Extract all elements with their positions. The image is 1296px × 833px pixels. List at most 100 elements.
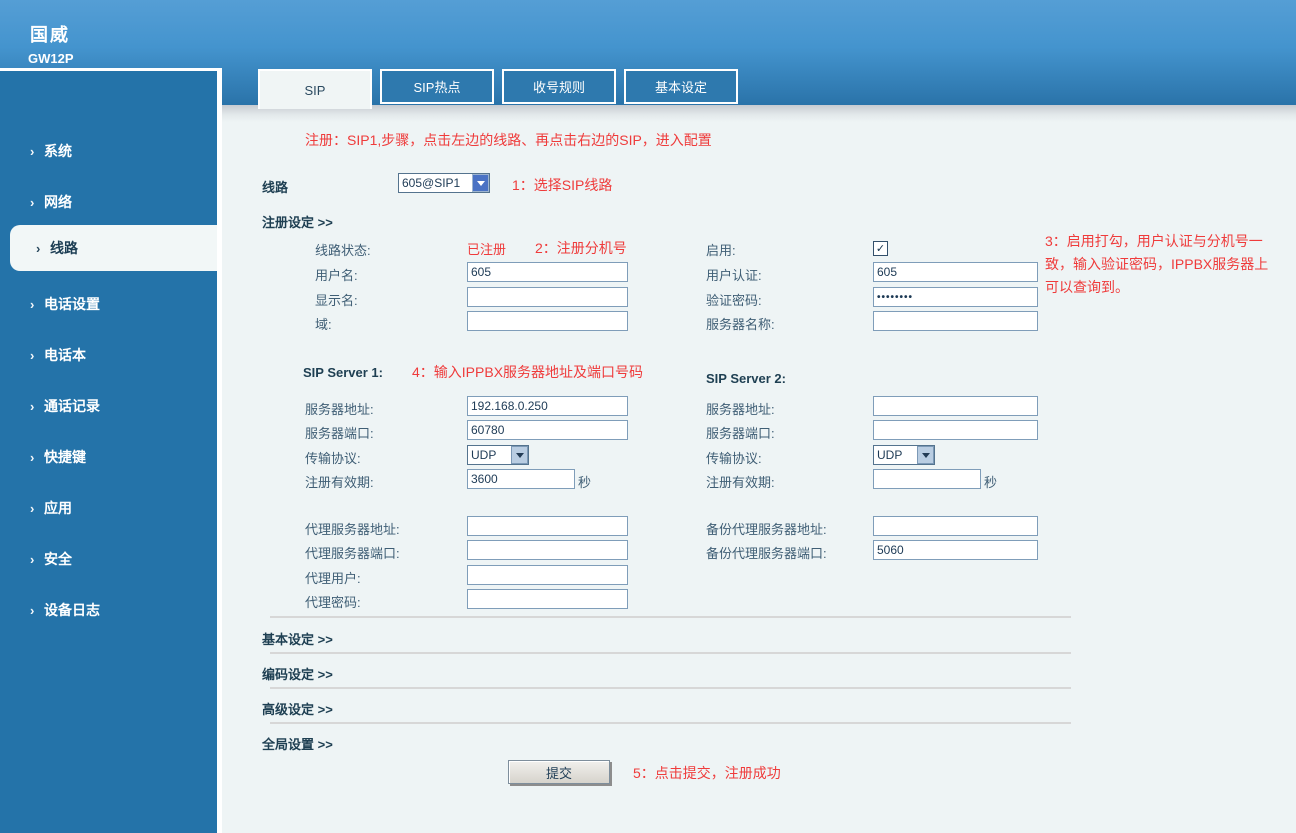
sidebar-item-label: 电话设置 [44,296,100,312]
annotation-step3-line3: 可以查询到。 [1045,279,1129,295]
section-advanced-settings[interactable]: 高级设定 >> [262,699,333,718]
divider [270,616,1071,618]
server2-port-input[interactable] [873,420,1038,440]
server1-port-input[interactable] [467,420,628,440]
server-name-input[interactable] [873,311,1038,331]
sidebar-item-label: 应用 [44,500,72,516]
section-register-settings[interactable]: 注册设定 >> [262,212,333,231]
server2-addr-label: 服务器地址: [706,402,775,417]
line-status-label: 线路状态: [315,243,371,258]
sidebar-white-border [217,68,222,833]
domain-label: 域: [315,317,332,332]
proxy-user-label: 代理用户: [305,571,361,586]
dropdown-arrow-icon[interactable] [472,174,489,192]
tab-dial-rule[interactable]: 收号规则 [502,69,616,104]
section-global-settings[interactable]: 全局设置 >> [262,734,333,753]
sidebar-item-call-log[interactable]: › 通话记录 [0,389,217,423]
server2-addr-input[interactable] [873,396,1038,416]
sidebar-item-phonebook[interactable]: › 电话本 [0,338,217,372]
server1-addr-input[interactable] [467,396,628,416]
annotation-step5: 5：点击提交，注册成功 [633,765,781,781]
chevron-right-icon: › [30,347,35,363]
line-select-value: 605@SIP1 [402,176,461,190]
server1-expire-label: 注册有效期: [305,475,374,490]
divider [270,687,1071,689]
server1-expire-input[interactable] [467,469,575,489]
server2-expire-label: 注册有效期: [706,475,775,490]
server2-proto-select[interactable]: UDP [873,445,935,465]
sidebar: › 系统 › 网络 › 线路 › 电话设置 › 电话本 › 通话记录 › 快捷键… [0,68,222,833]
section-codec-settings[interactable]: 编码设定 >> [262,664,333,683]
section-basic-settings[interactable]: 基本设定 >> [262,629,333,648]
backup-proxy-port-input[interactable] [873,540,1038,560]
tab-basic-settings[interactable]: 基本设定 [624,69,738,104]
annotation-step3-line2: 致，输入验证密码，IPPBX服务器上 [1045,256,1269,272]
proxy-port-input[interactable] [467,540,628,560]
chevron-right-icon: › [30,602,35,618]
server1-proto-value: UDP [471,448,497,462]
proxy-addr-input[interactable] [467,516,628,536]
chevron-right-icon: › [30,551,35,567]
sidebar-item-network[interactable]: › 网络 [0,185,217,219]
domain-input[interactable] [467,311,628,331]
tab-sip-hotspot-label: SIP热点 [413,80,461,95]
sidebar-item-security[interactable]: › 安全 [0,542,217,576]
username-input[interactable] [467,262,628,282]
backup-proxy-addr-input[interactable] [873,516,1038,536]
sidebar-item-system[interactable]: › 系统 [0,134,217,168]
chevron-right-icon: › [30,194,35,210]
dropdown-arrow-icon[interactable] [917,446,934,464]
sidebar-item-label: 线路 [50,240,78,256]
page: 国威 GW12P SIP SIP热点 收号规则 基本设定 › 系统 › 网络 ›… [0,0,1296,833]
server1-proto-label: 传输协议: [305,451,361,466]
line-status-value: 已注册 [467,242,507,257]
header-gradient-strip [217,105,1296,122]
server-name-label: 服务器名称: [706,317,775,332]
sip-server2-title: SIP Server 2: [706,371,786,386]
sidebar-item-hotkey[interactable]: › 快捷键 [0,440,217,474]
sidebar-item-label: 电话本 [44,347,86,363]
dropdown-arrow-icon[interactable] [511,446,528,464]
annotation-step3-line1: 3：启用打勾，用户认证与分机号一 [1045,233,1263,249]
auth-user-label: 用户认证: [706,268,762,283]
chevron-right-icon: › [30,449,35,465]
server2-expire-input[interactable] [873,469,981,489]
chevron-right-icon: › [30,296,35,312]
auth-user-input[interactable] [873,262,1038,282]
display-name-label: 显示名: [315,293,358,308]
sidebar-item-label: 设备日志 [44,602,100,618]
server2-expire-unit: 秒 [984,475,998,490]
display-name-input[interactable] [467,287,628,307]
chevron-right-icon: › [30,398,35,414]
sidebar-item-phone-settings[interactable]: › 电话设置 [0,287,217,321]
proxy-addr-label: 代理服务器地址: [305,522,400,537]
sidebar-item-application[interactable]: › 应用 [0,491,217,525]
auth-password-input[interactable] [873,287,1038,307]
line-label: 线路 [262,180,289,195]
sidebar-item-device-log[interactable]: › 设备日志 [0,593,217,627]
enable-checkbox[interactable]: ✓ [873,241,888,256]
auth-password-label: 验证密码: [706,293,762,308]
enable-label: 启用: [706,243,736,258]
divider [270,722,1071,724]
proxy-password-label: 代理密码: [305,595,361,610]
tab-basic-settings-label: 基本设定 [654,80,707,95]
proxy-password-input[interactable] [467,589,628,609]
server1-port-label: 服务器端口: [305,426,374,441]
backup-proxy-port-label: 备份代理服务器端口: [706,546,827,561]
server1-addr-label: 服务器地址: [305,402,374,417]
server1-proto-select[interactable]: UDP [467,445,529,465]
tab-sip[interactable]: SIP [258,69,372,109]
proxy-port-label: 代理服务器端口: [305,546,400,561]
line-select[interactable]: 605@SIP1 [398,173,490,193]
chevron-right-icon: › [30,500,35,516]
sidebar-item-line[interactable]: › 线路 [10,225,222,271]
annotation-register-steps: 注册：SIP1,步骤，点击左边的线路、再点击右边的SIP，进入配置 [305,132,712,148]
brand-logo: 国威 [30,25,70,45]
tab-sip-hotspot[interactable]: SIP热点 [380,69,494,104]
divider [270,652,1071,654]
sidebar-item-label: 网络 [44,194,72,210]
proxy-user-input[interactable] [467,565,628,585]
submit-button[interactable]: 提交 [508,760,610,784]
sidebar-item-label: 系统 [44,143,72,159]
